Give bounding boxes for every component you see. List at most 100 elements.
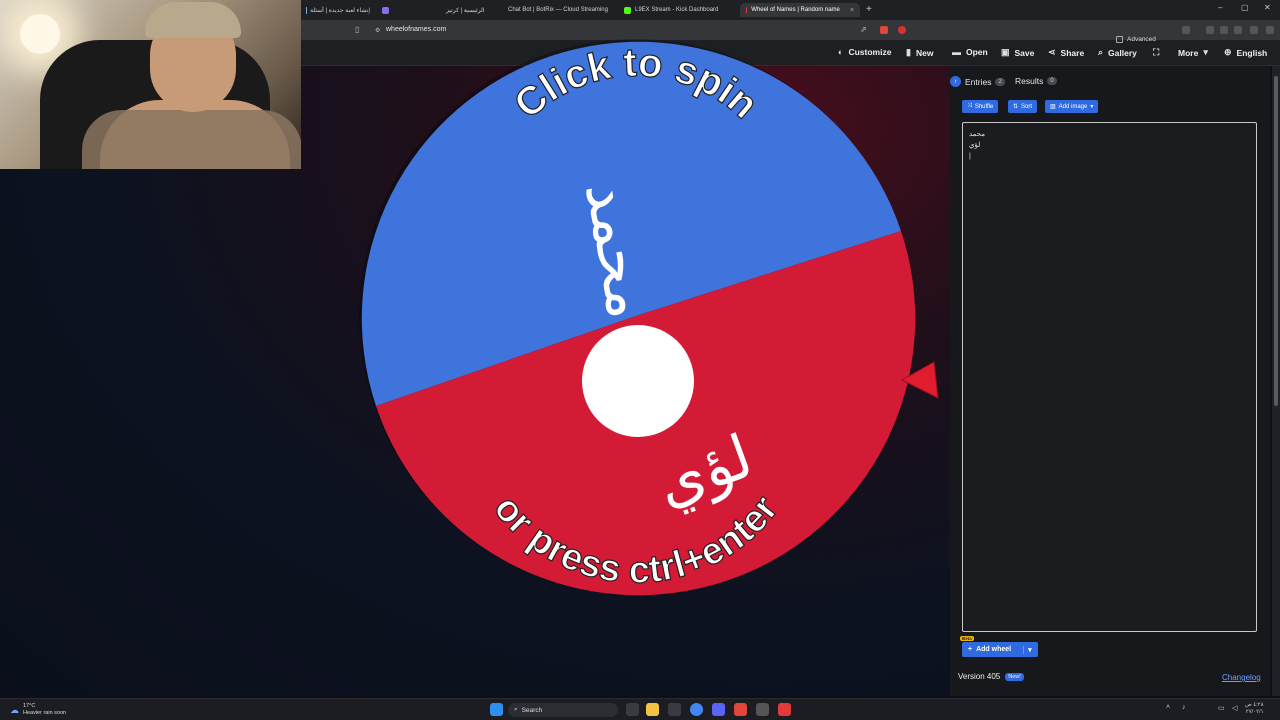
gallery-label: Gallery	[1108, 47, 1137, 58]
lamp-light	[20, 14, 60, 54]
chrome-icon[interactable]	[690, 703, 703, 716]
wheel[interactable]: محمد لؤي Click to spin or press ctrl+ent…	[356, 36, 916, 596]
new-badge: New!	[1005, 672, 1024, 681]
taskbar-search[interactable]: ⌕ Search	[508, 703, 618, 717]
weather-desc: Heavier rain soon	[23, 710, 67, 716]
more-label: More	[1178, 47, 1199, 58]
volume-icon[interactable]: ◁	[1232, 704, 1237, 712]
more-button[interactable]: More ▾	[1178, 47, 1208, 58]
tab-favicon	[501, 7, 507, 13]
share-button[interactable]: ⋖ Share	[1048, 47, 1084, 58]
add-wheel-label: Add wheel	[976, 646, 1012, 653]
gallery-button[interactable]: ⌕ Gallery	[1098, 47, 1137, 58]
sort-button[interactable]: ⇅ Sort	[1008, 100, 1038, 113]
wallet-icon[interactable]	[1220, 26, 1228, 34]
chevron-down-icon[interactable]: ▾	[1023, 645, 1032, 654]
entry-line: محمد	[969, 131, 985, 138]
tab-label: الرئيسية | كرتيز	[446, 7, 485, 14]
tab-entries-label: Entries	[965, 76, 992, 87]
tab-label: Chat Bot | BotRix — Cloud Streaming	[508, 7, 608, 13]
entries-textarea[interactable]: محمد لؤي |	[962, 122, 1257, 632]
shuffle-button[interactable]: ⤨ Shuffle	[962, 100, 999, 113]
microphone-icon[interactable]: ♪	[1182, 704, 1186, 711]
windows-start-icon[interactable]	[490, 703, 503, 716]
browser-tab[interactable]: الرئيسية | كرتيز	[440, 3, 496, 17]
kick-favicon	[624, 6, 631, 14]
browser-tab[interactable]: L9EX Stream - Kick Dashboard	[618, 3, 734, 17]
os-taskbar: ☁ 17°C Heavier rain soon ⌕ Search ˄ ♪ ▭ …	[0, 698, 1280, 720]
webcam-overlay	[0, 0, 301, 169]
search-icon: ⌕	[514, 706, 518, 713]
task-view-icon[interactable]	[626, 703, 639, 716]
network-icon[interactable]: ▭	[1218, 704, 1225, 712]
tab-favicon	[382, 6, 389, 14]
clock[interactable]: ٤:٢٨ ص ٢٧/٠٢/١	[1245, 702, 1264, 716]
brave-rewards-icon[interactable]	[898, 26, 906, 34]
close-tab-icon[interactable]: ×	[850, 7, 854, 14]
scrollbar-thumb[interactable]	[1274, 76, 1278, 406]
tab-results[interactable]: Results 0	[1015, 76, 1057, 86]
search-label: Search	[521, 706, 543, 714]
language-button[interactable]: ⊕ English	[1224, 47, 1267, 58]
wheel-graphic[interactable]: محمد لؤي Click to spin or press ctrl+ent…	[356, 36, 916, 596]
pointer-triangle	[900, 361, 939, 399]
minimize-button[interactable]: –	[1218, 3, 1222, 12]
active-app-icon[interactable]	[778, 703, 791, 716]
tab-label: Wheel of Names | Random name	[751, 7, 840, 13]
changelog-link[interactable]: Changelog	[1222, 673, 1261, 682]
extension-icon[interactable]	[1182, 26, 1190, 34]
sort-label: Sort	[1021, 103, 1033, 110]
close-window-button[interactable]: ✕	[1264, 3, 1271, 12]
chevron-down-icon: ▾	[1203, 47, 1208, 57]
browser-tab-active[interactable]: Wheel of Names | Random name ×	[740, 3, 860, 17]
open-button[interactable]: ▬ Open	[952, 47, 988, 57]
chevron-right-icon[interactable]: ›	[950, 76, 961, 87]
wheel-favicon	[746, 6, 748, 14]
maximize-button[interactable]: ▢	[1241, 3, 1249, 12]
save-label: Save	[1014, 47, 1035, 58]
blanket	[82, 110, 301, 169]
advanced-toggle[interactable]: Advanced	[1116, 36, 1156, 43]
browser-tab[interactable]: Chat Bot | BotRix — Cloud Streaming	[498, 3, 612, 17]
tray-chevron-icon[interactable]: ˄	[1166, 704, 1170, 711]
folder-icon: ▬	[952, 47, 961, 57]
results-count-badge: 0	[1047, 77, 1057, 85]
page-scrollbar[interactable]	[1272, 66, 1280, 696]
site-info-icon[interactable]: ⚙	[375, 27, 380, 34]
beta-badge: Beta	[960, 636, 974, 641]
file-explorer-icon[interactable]	[646, 703, 659, 716]
menu-icon[interactable]	[1266, 26, 1274, 34]
app-icon[interactable]	[756, 703, 769, 716]
tab-label: إنشاء لعبة جديدة | أسئلة	[310, 7, 370, 14]
clock-time: ٤:٢٨ ص	[1245, 702, 1264, 708]
extension-icon[interactable]	[1234, 26, 1242, 34]
add-image-button[interactable]: ▧ Add image ▾	[1045, 100, 1099, 113]
save-button[interactable]: ▣ Save	[1001, 47, 1034, 58]
plus-icon: +	[968, 646, 973, 653]
wheel-center[interactable]	[582, 325, 694, 437]
new-tab-button[interactable]: +	[866, 4, 872, 15]
brave-shield-icon[interactable]	[880, 26, 888, 34]
entry-line: لؤي	[969, 142, 981, 149]
store-icon[interactable]	[668, 703, 681, 716]
image-icon: ▧	[1050, 104, 1056, 110]
chevron-down-icon: ▾	[1090, 104, 1094, 110]
advanced-checkbox[interactable]	[1116, 36, 1123, 43]
sidebar-icon[interactable]	[1206, 26, 1214, 34]
browser-tab[interactable]: إنشاء لعبة جديدة | أسئلة	[300, 3, 376, 17]
url-field[interactable]: wheelofnames.com	[386, 26, 446, 33]
language-label: English	[1236, 47, 1268, 58]
browser-tab[interactable]	[376, 3, 396, 17]
version-label: Version 405	[958, 672, 1001, 681]
bookmark-icon[interactable]: ▯	[355, 25, 359, 34]
tab-entries[interactable]: › Entries 2	[950, 76, 1005, 87]
add-wheel-button[interactable]: Beta + Add wheel ▾	[960, 636, 1038, 657]
discord-icon[interactable]	[712, 703, 725, 716]
fullscreen-button[interactable]: ⛶	[1153, 47, 1159, 58]
search-icon: ⌕	[1098, 47, 1104, 57]
weather-widget[interactable]: ☁ 17°C Heavier rain soon	[10, 703, 66, 717]
brave-icon[interactable]	[734, 703, 747, 716]
advanced-label: Advanced	[1127, 36, 1156, 43]
share-page-icon[interactable]: ⇗	[860, 25, 867, 34]
vpn-icon[interactable]	[1250, 26, 1258, 34]
